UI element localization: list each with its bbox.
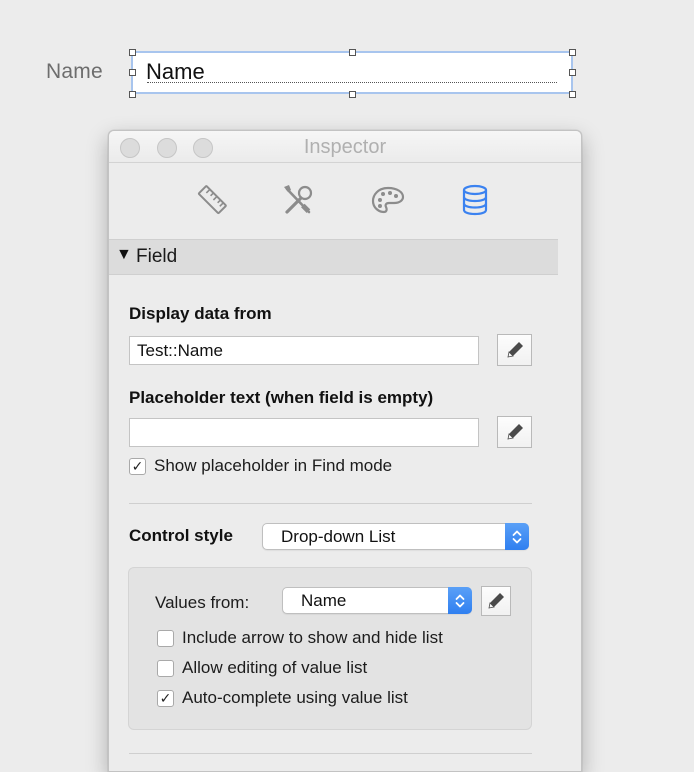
tab-position[interactable] (194, 181, 230, 219)
tools-icon (284, 185, 313, 214)
inspector-titlebar[interactable]: Inspector (109, 131, 581, 163)
control-style-label: Control style (129, 526, 233, 545)
resize-handle-bottom-center[interactable] (349, 91, 356, 98)
resize-handle-top-center[interactable] (349, 49, 356, 56)
divider (129, 503, 532, 504)
tab-styles[interactable] (280, 181, 316, 219)
allow-editing-checkbox[interactable] (157, 659, 174, 677)
values-from-edit-button[interactable] (481, 586, 511, 616)
placeholder-edit-button[interactable] (497, 416, 532, 448)
tab-data[interactable] (457, 181, 493, 219)
layout-field-label: Name (46, 60, 103, 83)
popup-arrows-icon (448, 587, 472, 614)
divider (129, 753, 532, 754)
display-data-label: Display data from (129, 304, 272, 323)
database-icon (462, 184, 488, 216)
tab-appearance[interactable] (370, 181, 406, 219)
allow-editing-label: Allow editing of value list (182, 658, 368, 677)
ruler-icon (197, 185, 227, 215)
resize-handle-bottom-right[interactable] (569, 91, 576, 98)
window-title: Inspector (303, 136, 387, 158)
popup-arrows-icon (505, 523, 529, 550)
display-data-field[interactable] (129, 336, 479, 365)
pencil-icon (506, 342, 523, 358)
values-from-value: Name (301, 591, 347, 610)
field-section-header[interactable]: ▼ Field (109, 239, 558, 275)
display-data-edit-button[interactable] (497, 334, 532, 366)
resize-handle-bottom-left[interactable] (129, 91, 136, 98)
auto-complete-checkbox[interactable]: ✓ (157, 689, 174, 707)
include-arrow-label: Include arrow to show and hide list (182, 628, 443, 647)
show-placeholder-find-row[interactable]: ✓ Show placeholder in Find mode (129, 456, 392, 476)
resize-handle-middle-left[interactable] (129, 69, 136, 76)
disclosure-triangle-icon[interactable]: ▼ (116, 246, 132, 264)
control-style-popup[interactable]: Drop-down List (262, 523, 529, 550)
layout-field-baseline (147, 82, 557, 83)
show-placeholder-find-label: Show placeholder in Find mode (154, 456, 393, 475)
control-style-value: Drop-down List (281, 527, 396, 546)
include-arrow-row[interactable]: Include arrow to show and hide list (157, 628, 443, 648)
values-from-label: Values from: (155, 593, 250, 612)
pencil-icon (488, 593, 504, 609)
resize-handle-top-right[interactable] (569, 49, 576, 56)
placeholder-text-field[interactable] (129, 418, 479, 447)
include-arrow-checkbox[interactable] (157, 629, 174, 647)
placeholder-text-label: Placeholder text (when field is empty) (129, 388, 434, 407)
resize-handle-top-left[interactable] (129, 49, 136, 56)
values-from-popup[interactable]: Name (282, 587, 472, 614)
resize-handle-middle-right[interactable] (569, 69, 576, 76)
allow-editing-row[interactable]: Allow editing of value list (157, 658, 367, 678)
show-placeholder-find-checkbox[interactable]: ✓ (129, 457, 146, 475)
auto-complete-label: Auto-complete using value list (182, 688, 408, 707)
auto-complete-row[interactable]: ✓ Auto-complete using value list (157, 688, 408, 708)
inspector-window: Inspector ▼ Field Display data from Test… (108, 130, 582, 772)
pencil-icon (506, 424, 523, 440)
section-title: Field (136, 246, 178, 267)
palette-icon (371, 186, 405, 214)
